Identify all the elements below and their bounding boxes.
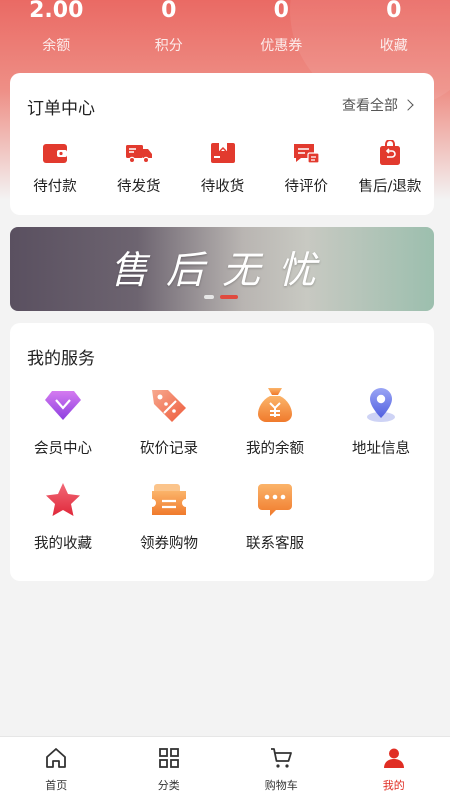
user-icon (381, 745, 407, 771)
service-coupon-shopping[interactable]: 领券购物 (116, 480, 222, 553)
order-status-row: 待付款 待发货 待收货 待评价 售后/退款 (10, 139, 434, 196)
services-grid: 会员中心 砍价记录 我的余额 地址信息 我的收藏 领券购物 联系客服 (10, 385, 434, 553)
order-item-label: 待收货 (200, 179, 245, 195)
tab-label: 分类 (157, 779, 180, 792)
stat-label: 优惠券 (260, 38, 303, 54)
banner-dot[interactable] (204, 295, 214, 299)
tab-mine[interactable]: 我的 (338, 737, 450, 800)
order-pending-review[interactable]: 待评价 (268, 139, 344, 196)
tab-label: 购物车 (264, 779, 298, 792)
wallet-icon (40, 139, 70, 167)
service-label: 我的余额 (246, 441, 304, 457)
stat-coupons[interactable]: 0 优惠券 (225, 0, 338, 62)
service-label: 我的收藏 (34, 536, 92, 552)
tab-category[interactable]: 分类 (113, 737, 226, 800)
order-item-label: 售后/退款 (358, 179, 422, 195)
stat-label: 积分 (154, 38, 183, 54)
stat-favorites[interactable]: 0 收藏 (338, 0, 450, 62)
tab-label: 我的 (382, 779, 405, 792)
order-item-label: 待评价 (284, 179, 329, 195)
stat-balance[interactable]: 2.00 余额 (0, 0, 113, 62)
order-item-label: 待发货 (117, 179, 161, 195)
tab-home[interactable]: 首页 (0, 737, 113, 800)
account-stats: 2.00 余额 0 积分 0 优惠券 0 收藏 (0, 0, 450, 62)
banner-text: 售后无忧 (109, 248, 334, 292)
diamond-icon (43, 385, 83, 425)
tab-cart[interactable]: 购物车 (225, 737, 338, 800)
order-after-sale-refund[interactable]: 售后/退款 (352, 139, 428, 196)
stat-value: 0 (273, 0, 289, 23)
home-icon (43, 745, 69, 771)
stat-points[interactable]: 0 积分 (113, 0, 226, 62)
my-services-title: 我的服务 (27, 349, 95, 369)
stat-label: 余额 (42, 38, 71, 54)
service-member-center[interactable]: 会员中心 (10, 385, 116, 458)
location-pin-icon (361, 385, 401, 425)
service-label: 联系客服 (246, 536, 304, 552)
stat-value: 2.00 (29, 0, 84, 23)
stat-label: 收藏 (379, 38, 408, 54)
comment-icon (291, 139, 321, 167)
my-services-card: 我的服务 会员中心 砍价记录 我的余额 地址信息 我的收藏 领券购物 联系客服 (10, 323, 434, 581)
refund-bag-icon (375, 139, 405, 167)
banner-pagination (204, 295, 238, 299)
chevron-right-icon (402, 99, 414, 111)
order-item-label: 待付款 (33, 179, 77, 195)
service-label: 领券购物 (140, 536, 198, 552)
truck-icon (124, 139, 154, 167)
star-icon (43, 480, 83, 520)
bottom-tab-bar: 首页 分类 购物车 我的 (0, 736, 450, 800)
stat-value: 0 (161, 0, 177, 23)
order-pending-shipment[interactable]: 待发货 (101, 139, 177, 196)
service-label: 砍价记录 (140, 441, 198, 457)
money-bag-icon (255, 385, 295, 425)
order-center-card: 订单中心 查看全部 待付款 待发货 待收货 待评价 售后/退款 (10, 73, 434, 215)
service-address-info[interactable]: 地址信息 (328, 385, 434, 458)
promo-banner[interactable]: 售后无忧 (10, 227, 434, 311)
discount-tag-icon (149, 385, 189, 425)
coupon-icon (149, 480, 189, 520)
grid-icon (156, 745, 182, 771)
banner-dot-active[interactable] (220, 295, 238, 299)
cart-icon (268, 745, 294, 771)
chat-bubble-icon (255, 480, 295, 520)
order-pending-receipt[interactable]: 待收货 (185, 139, 261, 196)
service-bargain-records[interactable]: 砍价记录 (116, 385, 222, 458)
box-icon (208, 139, 238, 167)
service-my-balance[interactable]: 我的余额 (222, 385, 328, 458)
view-all-orders-link[interactable]: 查看全部 (342, 95, 414, 115)
order-center-title: 订单中心 (27, 99, 95, 119)
service-contact-support[interactable]: 联系客服 (222, 480, 328, 553)
tab-label: 首页 (45, 779, 68, 792)
order-pending-payment[interactable]: 待付款 (17, 139, 93, 196)
service-label: 会员中心 (34, 441, 92, 457)
view-all-label: 查看全部 (342, 98, 398, 114)
service-my-favorites[interactable]: 我的收藏 (10, 480, 116, 553)
stat-value: 0 (386, 0, 402, 23)
service-label: 地址信息 (352, 441, 410, 457)
